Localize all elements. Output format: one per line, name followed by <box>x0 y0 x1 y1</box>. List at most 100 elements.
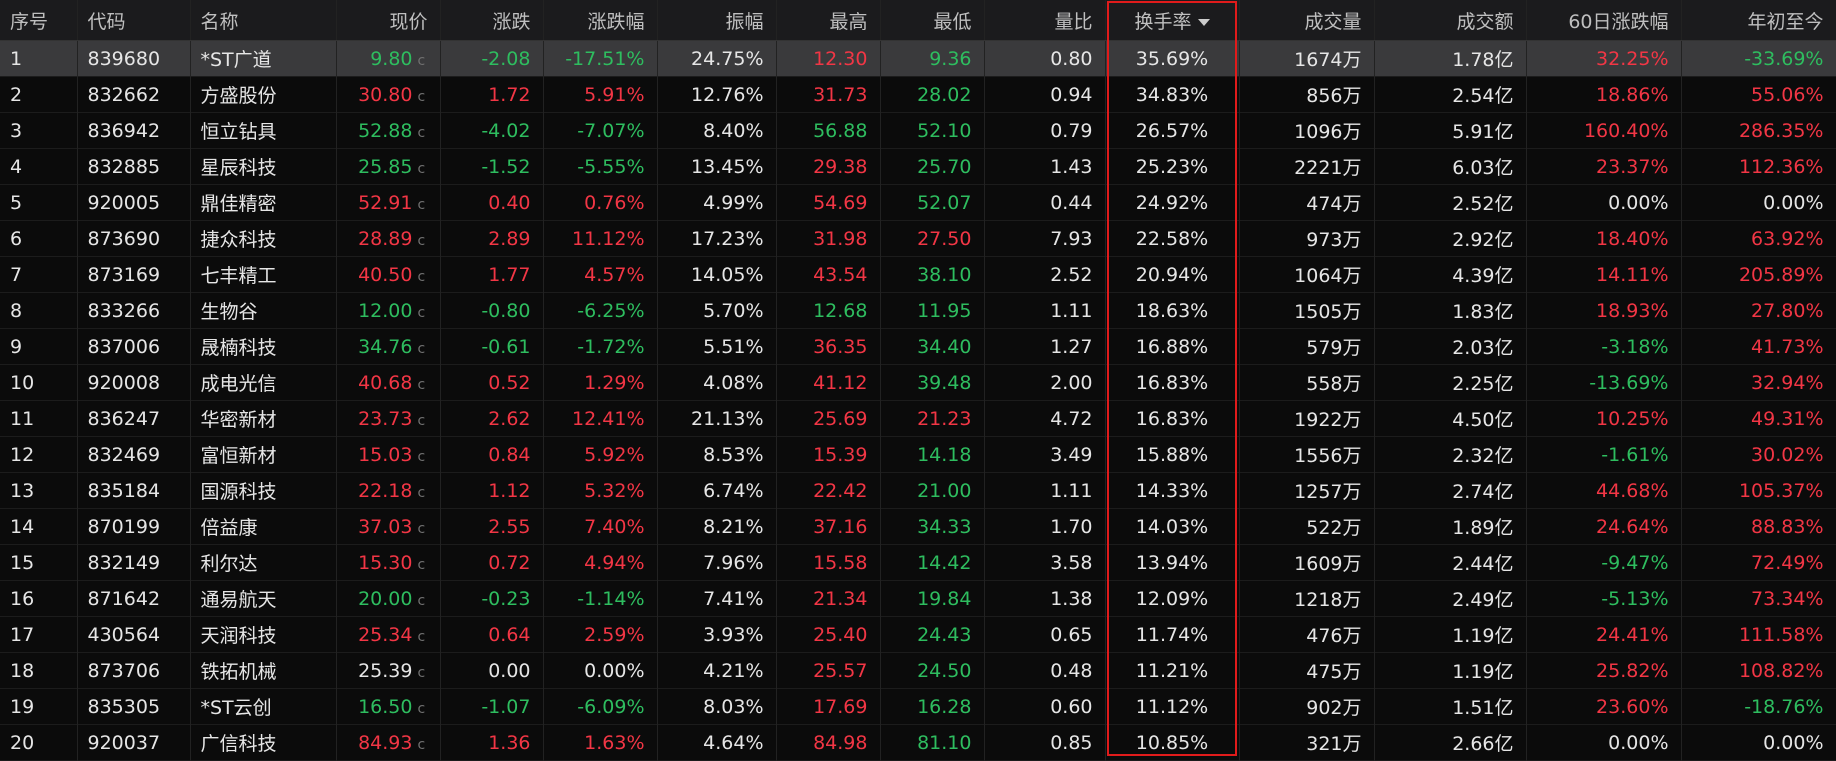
cell-change-pct: 5.32% <box>543 472 658 509</box>
cell-vol-ratio-value: 1.70 <box>1050 515 1093 538</box>
cell-low: 28.02 <box>880 76 985 113</box>
col-header-idx[interactable]: 序号 <box>0 0 78 41</box>
col-header-turnover[interactable]: 换手率 <box>1105 0 1240 41</box>
cell-ytd-value: 32.94% <box>1751 371 1824 394</box>
cell-ytd-value: 286.35% <box>1738 119 1824 142</box>
price-tag-label: c <box>417 52 426 69</box>
cell-price-value: 16.50 <box>358 695 413 718</box>
table-row[interactable]: 16 871642 通易航天 20.00 c -0.23 -1.14% 7.41% 21.34 1… <box>0 580 1836 617</box>
col-header-high[interactable]: 最高 <box>776 0 881 41</box>
table-row[interactable]: 17 430564 天润科技 25.34 c 0.64 2.59% 3.93% 25.40 24.… <box>0 616 1836 653</box>
cell-volume-value: 1922万 <box>1294 409 1362 431</box>
cell-ytd-value: 63.92% <box>1751 227 1824 250</box>
table-row[interactable]: 13 835184 国源科技 22.18 c 1.12 5.32% 6.74% 22.42 21.… <box>0 472 1836 509</box>
table-row[interactable]: 14 870199 倍益康 37.03 c 2.55 7.40% 8.21% 37.16 34.3… <box>0 508 1836 545</box>
cell-volume-value: 1096万 <box>1294 121 1362 143</box>
price-tag-label: c <box>417 304 426 321</box>
cell-name: 广信科技 <box>190 724 337 761</box>
cell-change: 1.72 <box>440 76 544 113</box>
price-tag-label: c <box>417 700 426 717</box>
col-header-name[interactable]: 名称 <box>190 0 337 41</box>
cell-idx: 9 <box>0 328 78 365</box>
table-row[interactable]: 10 920008 成电光信 40.68 c 0.52 1.29% 4.08% 41.12 39.… <box>0 364 1836 401</box>
col-header-price[interactable]: 现价 <box>336 0 441 41</box>
col-header-low[interactable]: 最低 <box>880 0 985 41</box>
cell-change-pct: 7.40% <box>543 508 658 545</box>
cell-name-value: *ST云创 <box>200 697 272 719</box>
cell-amplitude-value: 4.64% <box>703 731 764 754</box>
cell-change-value: 2.89 <box>488 227 531 250</box>
cell-amount-value: 1.19亿 <box>1452 625 1514 647</box>
cell-volume: 321万 <box>1239 724 1375 761</box>
table-row[interactable]: 15 832149 利尔达 15.30 c 0.72 4.94% 7.96% 15.58 14.4… <box>0 544 1836 581</box>
cell-low-value: 52.07 <box>917 191 972 214</box>
cell-low: 25.70 <box>880 148 985 185</box>
table-row[interactable]: 18 873706 铁拓机械 25.39 c 0.00 0.00% 4.21% 25.57 24.… <box>0 652 1836 689</box>
cell-ytd-value: 55.06% <box>1751 83 1824 106</box>
table-row[interactable]: 19 835305 *ST云创 16.50 c -1.07 -6.09% 8.03% 17.69… <box>0 688 1836 725</box>
cell-name-value: 华密新材 <box>200 409 277 431</box>
cell-vol-ratio: 1.11 <box>984 292 1106 329</box>
table-row[interactable]: 12 832469 富恒新材 15.03 c 0.84 5.92% 8.53% 15.39 14.… <box>0 436 1836 473</box>
cell-code: 837006 <box>77 328 191 365</box>
cell-code-value: 836247 <box>87 407 161 430</box>
col-header-change-pct[interactable]: 涨跌幅 <box>543 0 658 41</box>
col-header-volume[interactable]: 成交量 <box>1239 0 1375 41</box>
cell-price: 12.00 c <box>336 292 441 329</box>
cell-code: 430564 <box>77 616 191 653</box>
cell-idx: 19 <box>0 688 78 725</box>
cell-volume: 1096万 <box>1239 112 1375 149</box>
cell-name-value: 生物谷 <box>200 301 258 323</box>
cell-change: -0.61 <box>440 328 544 365</box>
cell-name: 恒立钻具 <box>190 112 337 149</box>
cell-chg60: 23.37% <box>1526 148 1682 185</box>
cell-vol-ratio: 3.58 <box>984 544 1106 581</box>
cell-price: 22.18 c <box>336 472 441 509</box>
col-header-amplitude[interactable]: 振幅 <box>657 0 777 41</box>
price-tag-label: c <box>417 268 426 285</box>
cell-turnover: 14.03% <box>1105 508 1240 545</box>
cell-turnover-value: 14.33% <box>1135 479 1209 502</box>
col-header-vol-ratio[interactable]: 量比 <box>984 0 1106 41</box>
cell-ytd-value: 27.80% <box>1751 299 1824 322</box>
col-header-amount[interactable]: 成交额 <box>1374 0 1527 41</box>
table-row[interactable]: 4 832885 星辰科技 25.85 c -1.52 -5.55% 13.45% 29.38 2… <box>0 148 1836 185</box>
table-row[interactable]: 3 836942 恒立钻具 52.88 c -4.02 -7.07% 8.40% 56.88 52… <box>0 112 1836 149</box>
table-row[interactable]: 1 839680 *ST广道 9.80 c -2.08 -17.51% 24.75% 12.30… <box>0 40 1836 77</box>
cell-price-value: 34.76 <box>358 335 413 358</box>
cell-idx-value: 19 <box>10 695 35 718</box>
table-row[interactable]: 8 833266 生物谷 12.00 c -0.80 -6.25% 5.70% 12.68 11.… <box>0 292 1836 329</box>
cell-idx: 13 <box>0 472 78 509</box>
cell-high-value: 21.34 <box>813 587 868 610</box>
col-header-code[interactable]: 代码 <box>77 0 191 41</box>
cell-name: 利尔达 <box>190 544 337 581</box>
cell-vol-ratio-value: 4.72 <box>1050 407 1093 430</box>
cell-chg60: 18.93% <box>1526 292 1682 329</box>
table-row[interactable]: 2 832662 方盛股份 30.80 c 1.72 5.91% 12.76% 31.73 28.… <box>0 76 1836 113</box>
table-row[interactable]: 11 836247 华密新材 23.73 c 2.62 12.41% 21.13% 25.69 2… <box>0 400 1836 437</box>
table-row[interactable]: 9 837006 晟楠科技 34.76 c -0.61 -1.72% 5.51% 36.35 34… <box>0 328 1836 365</box>
table-row[interactable]: 5 920005 鼎佳精密 52.91 c 0.40 0.76% 4.99% 54.69 52.0… <box>0 184 1836 221</box>
col-header-chg60[interactable]: 60日涨跌幅 <box>1526 0 1682 41</box>
table-row[interactable]: 20 920037 广信科技 84.93 c 1.36 1.63% 4.64% 84.98 81.… <box>0 724 1836 761</box>
cell-change-pct: -17.51% <box>543 40 658 77</box>
cell-name: 国源科技 <box>190 472 337 509</box>
col-header-ytd[interactable]: 年初至今 <box>1681 0 1836 41</box>
cell-change-pct: -6.09% <box>543 688 658 725</box>
cell-ytd: 108.82% <box>1681 652 1836 689</box>
cell-change-value: -4.02 <box>481 119 531 142</box>
cell-turnover-value: 11.74% <box>1135 623 1209 646</box>
cell-amount-value: 2.66亿 <box>1452 733 1514 755</box>
cell-high: 12.68 <box>776 292 881 329</box>
cell-amount: 4.50亿 <box>1374 400 1527 437</box>
cell-volume-value: 902万 <box>1306 697 1362 719</box>
table-row[interactable]: 7 873169 七丰精工 40.50 c 1.77 4.57% 14.05% 43.54 38.… <box>0 256 1836 293</box>
cell-low-value: 16.28 <box>917 695 972 718</box>
table-row[interactable]: 6 873690 捷众科技 28.89 c 2.89 11.12% 17.23% 31.98 27… <box>0 220 1836 257</box>
cell-turnover-value: 24.92% <box>1135 191 1209 214</box>
cell-volume: 558万 <box>1239 364 1375 401</box>
cell-change-pct: 0.76% <box>543 184 658 221</box>
col-header-change[interactable]: 涨跌 <box>440 0 544 41</box>
table-body: 1 839680 *ST广道 9.80 c -2.08 -17.51% 24.75% 12.30… <box>0 40 1836 761</box>
cell-chg60: 24.64% <box>1526 508 1682 545</box>
